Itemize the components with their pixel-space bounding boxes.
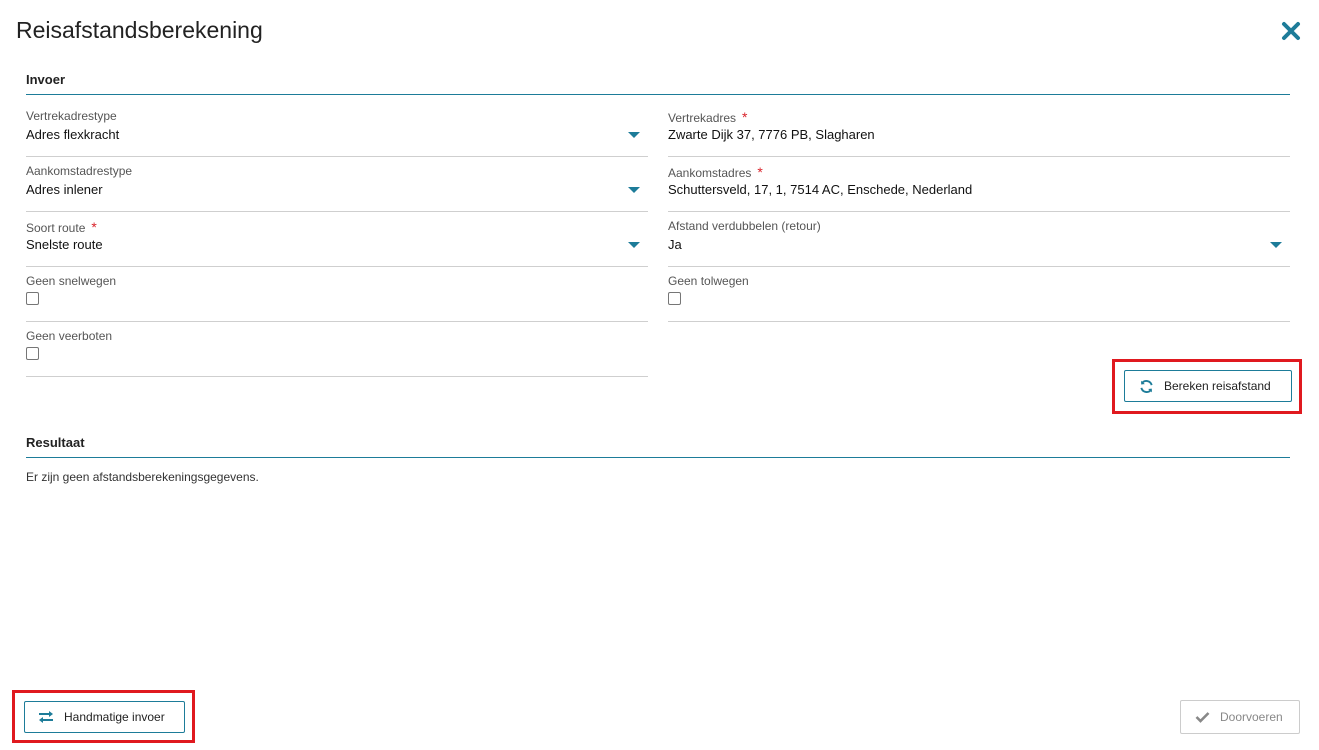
caret-down-icon[interactable]: [628, 187, 640, 193]
vertrekadres-label-wrap: Vertrekadres *: [668, 109, 748, 125]
aankomstadrestype-value: Adres inlener: [26, 182, 103, 197]
vertrekadres-value: Zwarte Dijk 37, 7776 PB, Slagharen: [668, 127, 875, 142]
afstand-verdubbelen-value: Ja: [668, 237, 682, 252]
geen-veerboten-checkbox[interactable]: [26, 347, 39, 360]
empty-result-text: Er zijn geen afstandsberekeningsgegevens…: [26, 470, 259, 484]
caret-down-icon[interactable]: [1270, 242, 1282, 248]
close-icon[interactable]: [1281, 21, 1301, 41]
handmatige-invoer-button[interactable]: Handmatige invoer: [24, 701, 185, 733]
swap-arrows-icon: [38, 709, 54, 725]
resultaat-heading: Resultaat: [26, 435, 85, 450]
aankomstadrestype-select[interactable]: Aankomstadrestype Adres inlener: [26, 157, 648, 212]
required-marker: *: [91, 219, 97, 235]
aankomstadres-label-wrap: Aankomstadres *: [668, 164, 763, 180]
afstand-verdubbelen-label: Afstand verdubbelen (retour): [668, 219, 821, 233]
soort-route-value: Snelste route: [26, 237, 103, 252]
soort-route-select[interactable]: Soort route * Snelste route: [26, 212, 648, 267]
geen-snelwegen-label: Geen snelwegen: [26, 274, 117, 288]
aankomstadrestype-label: Aankomstadrestype: [26, 164, 133, 178]
geen-tolwegen-checkbox[interactable]: [668, 292, 681, 305]
vertrekadres-label: Vertrekadres: [668, 111, 737, 125]
geen-veerboten-label: Geen veerboten: [26, 329, 113, 343]
geen-tolwegen-label: Geen tolwegen: [668, 274, 749, 288]
aankomstadres-field[interactable]: Aankomstadres * Schuttersveld, 17, 1, 751…: [668, 157, 1290, 212]
aankomstadres-value: Schuttersveld, 17, 1, 7514 AC, Enschede,…: [668, 182, 973, 197]
afstand-verdubbelen-select[interactable]: Afstand verdubbelen (retour) Ja: [668, 212, 1290, 267]
check-icon: [1194, 709, 1210, 725]
required-marker: *: [757, 164, 763, 180]
refresh-icon: [1138, 378, 1154, 394]
vertrekadrestype-value: Adres flexkracht: [26, 127, 120, 142]
soort-route-label: Soort route: [26, 221, 86, 235]
vertrekadrestype-label: Vertrekadrestype: [26, 109, 117, 123]
required-marker: *: [742, 109, 748, 125]
doorvoeren-button[interactable]: Doorvoeren: [1180, 700, 1300, 734]
invoer-divider: [26, 94, 1290, 95]
geen-tolwegen-field: Geen tolwegen: [668, 267, 1290, 322]
soort-route-label-wrap: Soort route *: [26, 219, 97, 235]
invoer-heading: Invoer: [26, 72, 66, 87]
vertrekadres-field[interactable]: Vertrekadres * Zwarte Dijk 37, 7776 PB, S…: [668, 102, 1290, 157]
geen-veerboten-field: Geen veerboten: [26, 322, 648, 377]
geen-snelwegen-field: Geen snelwegen: [26, 267, 648, 322]
bereken-reisafstand-button[interactable]: Bereken reisafstand: [1124, 370, 1292, 402]
dialog-title: Reisafstandsberekening: [16, 17, 263, 43]
resultaat-divider: [26, 457, 1290, 458]
aankomstadres-label: Aankomstadres: [668, 166, 752, 180]
geen-snelwegen-checkbox[interactable]: [26, 292, 39, 305]
handmatige-invoer-label: Handmatige invoer: [64, 710, 165, 724]
vertrekadrestype-select[interactable]: Vertrekadrestype Adres flexkracht: [26, 102, 648, 157]
caret-down-icon[interactable]: [628, 242, 640, 248]
doorvoeren-label: Doorvoeren: [1220, 710, 1283, 724]
bereken-reisafstand-label: Bereken reisafstand: [1164, 379, 1271, 393]
caret-down-icon[interactable]: [628, 132, 640, 138]
